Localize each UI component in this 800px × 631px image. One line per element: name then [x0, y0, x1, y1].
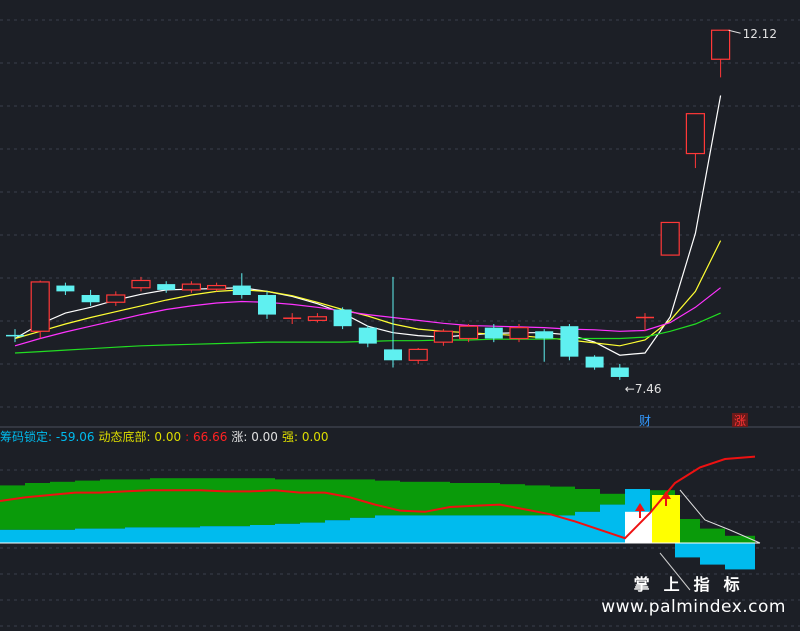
lock-area-bar: [400, 515, 425, 543]
watermark-title: 掌上指标: [633, 575, 754, 594]
chip-area-bar: [275, 479, 300, 524]
candle-body: [585, 356, 604, 368]
legend-item: 筹码锁定: -59.06: [0, 429, 95, 444]
lock-area-bar: [350, 517, 375, 543]
chip-area-bar: [200, 478, 225, 527]
lock-area-bar: [700, 543, 725, 565]
chip-area-bar: [125, 479, 150, 528]
candle-body: [157, 284, 176, 290]
legend-value: 0.00: [151, 430, 182, 444]
chip-area-bar: [250, 478, 275, 525]
lock-area-bar: [250, 525, 275, 543]
candle-body: [710, 29, 731, 60]
chip-area-bar: [475, 483, 500, 516]
candle-body: [232, 285, 251, 295]
legend-value: -59.06: [52, 430, 95, 444]
legend-value: 0.00: [298, 430, 329, 444]
lock-area-bar: [125, 527, 150, 543]
candle-body: [106, 294, 126, 303]
chip-area-bar: [300, 479, 325, 523]
lock-area-bar: [75, 528, 100, 543]
lock-area-bar: [150, 527, 175, 543]
candle-body: [636, 316, 654, 319]
candle-body: [307, 316, 327, 321]
legend-item: 强: 0.00: [282, 430, 329, 444]
candle-body: [358, 327, 377, 344]
high-annotation-arrow: [728, 29, 741, 34]
candle-body: [660, 221, 680, 256]
chip-area-bar: [0, 485, 25, 530]
stock-chart: 12.12 ←7.46 财 涨筹码锁定: -59.06 动态底部: 0.00 : 66…: [0, 19, 800, 627]
legend-item: 动态底部: 0.00: [99, 429, 182, 444]
chip-area-bar: [575, 489, 600, 512]
chip-area-bar: [100, 479, 125, 529]
chip-area-bar: [325, 479, 350, 521]
candle-body: [484, 327, 503, 339]
lock-area-bar: [300, 522, 325, 543]
candle-body: [283, 317, 302, 319]
chip-area-bar: [700, 528, 725, 543]
high-price-label: 12.12: [743, 27, 777, 41]
chip-area-bar: [75, 480, 100, 529]
lock-area-bar: [375, 515, 400, 543]
chip-area-bar: [175, 478, 200, 528]
candle-body: [207, 284, 227, 290]
candle-body: [81, 294, 100, 303]
candle-body: [6, 334, 24, 337]
lock-area-bar: [325, 520, 350, 543]
candle-body: [56, 285, 75, 292]
lock-area-bar: [275, 523, 300, 543]
chip-area-bar: [225, 478, 250, 527]
candle-body: [258, 294, 276, 315]
chip-area-bar: [550, 486, 575, 516]
lock-area-bar: [525, 515, 550, 543]
chip-area-bar: [450, 483, 475, 516]
lock-area-bar: [500, 515, 525, 543]
legend-value: 0.00: [247, 430, 278, 444]
lock-area-bar: [675, 543, 700, 558]
chip-area-bar: [25, 483, 50, 530]
candle-body: [535, 331, 554, 339]
candle-body: [685, 113, 706, 155]
candle-body: [560, 326, 579, 357]
candle-body: [509, 327, 529, 340]
chip-area-bar: [600, 493, 625, 505]
lock-area-bar: [425, 515, 450, 543]
signal-marker: 涨: [734, 413, 746, 428]
legend-label: 涨:: [231, 429, 247, 444]
watermark: 掌上指标 www.palmindex.com: [601, 571, 786, 617]
candle-body: [131, 279, 151, 289]
legend-label: 强:: [282, 430, 298, 444]
candle-body: [384, 349, 402, 361]
lock-area-bar: [0, 529, 25, 543]
lock-area-bar: [225, 526, 250, 543]
lock-area-bar: [450, 515, 475, 543]
legend-label: 动态底部:: [99, 429, 151, 444]
legend-item: : 66.66: [185, 430, 227, 444]
low-price-label: ←7.46: [625, 382, 662, 396]
lock-area-bar: [725, 543, 755, 570]
chip-area-bar: [500, 484, 525, 516]
candle-body: [433, 330, 453, 343]
candle-body: [459, 325, 479, 340]
lock-area-bar: [25, 529, 50, 543]
legend-label: 筹码锁定:: [0, 429, 52, 444]
candle-body: [333, 309, 352, 327]
candle-body: [181, 283, 201, 291]
lock-area-bar: [50, 529, 75, 543]
lock-area-bar: [475, 515, 500, 543]
chip-area-bar: [50, 481, 75, 530]
lock-area-bar: [200, 526, 225, 543]
watermark-url: www.palmindex.com: [601, 597, 786, 617]
candle-body: [610, 367, 629, 377]
candle-body: [408, 348, 428, 361]
lock-area-bar: [175, 527, 200, 543]
candle-body: [30, 281, 50, 332]
legend-value: 66.66: [189, 430, 227, 444]
legend-item: 涨: 0.00: [231, 429, 278, 444]
lock-area-bar: [575, 511, 600, 543]
lock-area-bar: [100, 528, 125, 543]
chip-area-bar: [150, 478, 175, 528]
signal-marker: 财: [639, 414, 651, 428]
